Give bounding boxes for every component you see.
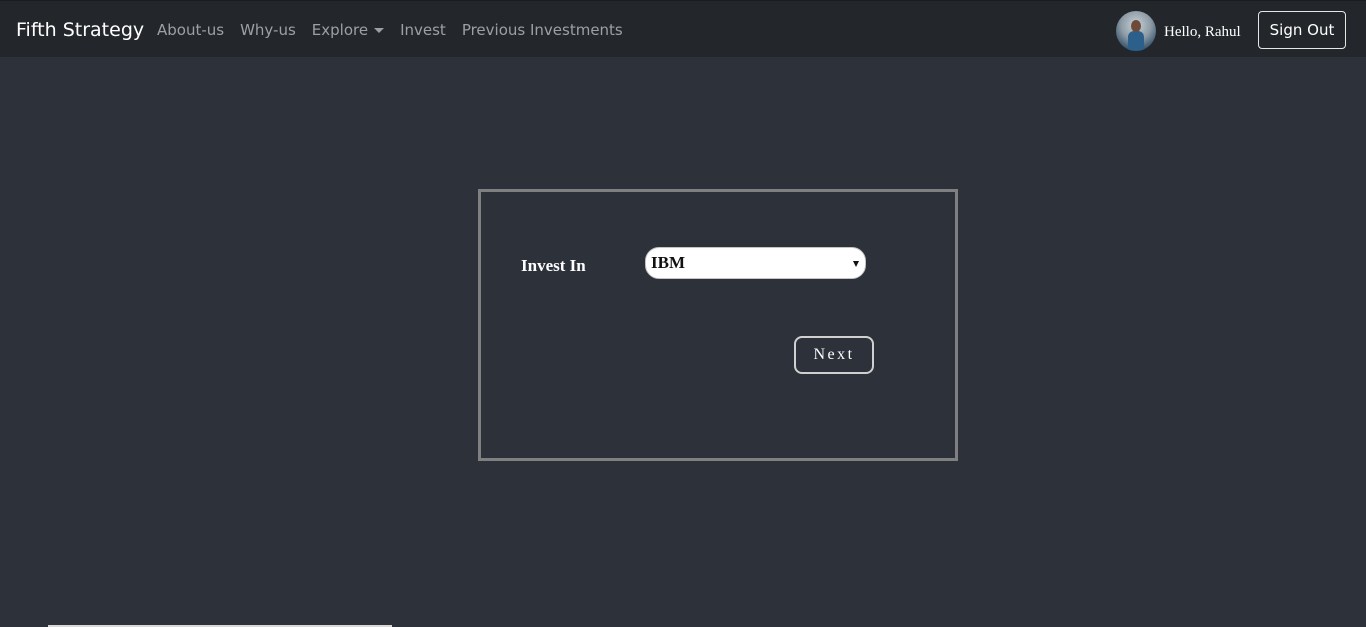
navbar: Fifth Strategy About-us Why-us Explore I… <box>0 0 1366 57</box>
nav-link-about-us[interactable]: About-us <box>157 20 224 40</box>
nav-link-invest[interactable]: Invest <box>400 20 446 40</box>
dropdown-arrow-icon <box>853 261 859 267</box>
nav-link-label: About-us <box>157 21 225 39</box>
nav-link-label: Why-us <box>240 21 296 39</box>
nav-dropdown-explore[interactable]: Explore <box>311 20 385 40</box>
invest-in-select[interactable]: IBM <box>645 247 866 279</box>
invest-in-label: Invest In <box>521 256 586 275</box>
user-greeting: Hello, Rahul <box>1164 24 1241 40</box>
next-button[interactable]: Next <box>794 336 874 374</box>
sign-out-button[interactable]: Sign Out <box>1258 11 1346 49</box>
nav-links: About-us Why-us Explore Invest Previous … <box>157 20 623 40</box>
select-value: IBM <box>651 253 685 272</box>
nav-link-label: Invest <box>400 21 446 39</box>
brand-logo[interactable]: Fifth Strategy <box>16 18 144 42</box>
nav-link-label: Previous Investments <box>461 21 623 39</box>
avatar-body <box>1128 31 1144 51</box>
avatar-head <box>1131 20 1141 32</box>
nav-link-previous-investments[interactable]: Previous Investments <box>462 20 623 40</box>
caret-down-icon <box>374 27 385 33</box>
nav-link-label: Explore <box>311 21 369 39</box>
avatar[interactable] <box>1116 11 1156 51</box>
invest-form-panel: Invest In IBM Next <box>478 189 958 461</box>
nav-link-why-us[interactable]: Why-us <box>240 20 296 40</box>
